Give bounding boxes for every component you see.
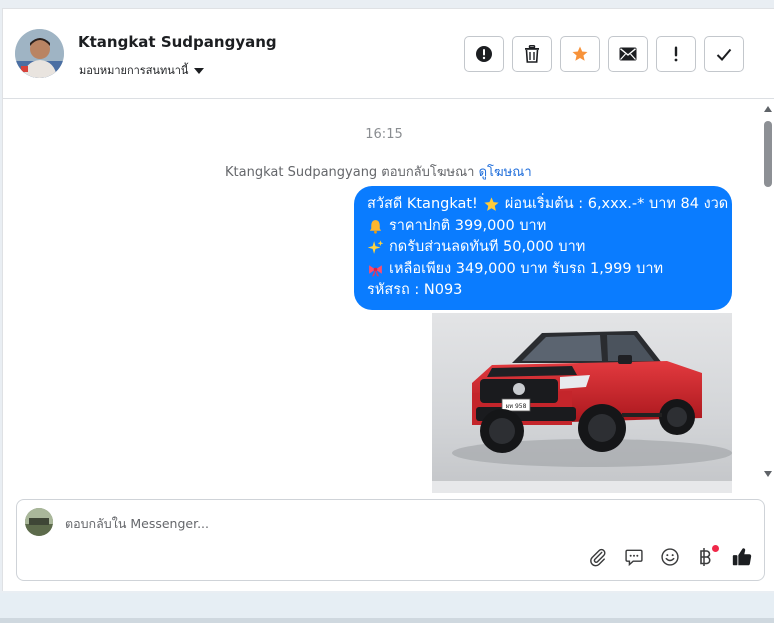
report-button[interactable] <box>464 36 504 72</box>
bell-emoji-icon <box>369 219 382 234</box>
star-button[interactable] <box>560 36 600 72</box>
message-bubble[interactable]: สวัสดี Ktangkat! ผ่อนเริ่มต้น : 6,xxx.-*… <box>354 186 732 310</box>
assign-conversation-dropdown[interactable]: มอบหมายการสนทนานี้ <box>79 61 205 79</box>
paperclip-icon <box>590 548 606 567</box>
message-line-1: สวัสดี Ktangkat! ผ่อนเริ่มต้น : 6,xxx.-*… <box>367 194 728 216</box>
chat-window: Ktangkat Sudpangyang มอบหมายการสนทนานี้ <box>2 8 774 591</box>
star-icon <box>572 46 588 61</box>
ribbon-emoji-icon <box>369 265 382 277</box>
message-line-4: เหลือเพียง 349,000 บาท รับรถ 1,999 บาท <box>367 259 720 281</box>
thread-scrollbar[interactable] <box>762 100 774 493</box>
page-bottom-divider <box>0 618 774 623</box>
message-thread[interactable]: 16:15 Ktangkat Sudpangyang ตอบกลับโฆษณา … <box>3 100 774 493</box>
ad-reply-note: Ktangkat Sudpangyang ตอบกลับโฆษณา ดูโฆษณ… <box>225 161 532 182</box>
message-line-3: กดรับส่วนลดทันที 50,000 บาท <box>367 237 720 259</box>
mail-icon <box>619 47 637 61</box>
check-icon <box>716 48 732 61</box>
alert-circle-icon <box>476 46 492 62</box>
delete-button[interactable] <box>512 36 552 72</box>
smiley-icon <box>661 548 679 566</box>
car-photo-attachment[interactable]: ผท 958 <box>432 313 732 488</box>
send-like-button[interactable] <box>731 546 753 568</box>
message-text: ผ่อนเริ่มต้น : 6,xxx.-* บาท 84 งวด <box>504 196 729 212</box>
sparkles-emoji-icon <box>367 240 384 255</box>
attachment-footer <box>432 481 732 493</box>
ad-reply-text: Ktangkat Sudpangyang ตอบกลับโฆษณา <box>225 165 475 180</box>
notification-dot <box>712 545 719 552</box>
scroll-up-arrow-icon[interactable] <box>764 106 772 112</box>
message-line-2: ราคาปกติ 399,000 บาท <box>367 216 720 238</box>
reply-input[interactable] <box>65 513 625 533</box>
mark-unread-button[interactable] <box>608 36 648 72</box>
message-line-5: รหัสรถ : N093 <box>367 280 720 302</box>
caret-down-icon <box>194 67 205 74</box>
trash-icon <box>525 45 539 63</box>
message-timestamp: 16:15 <box>365 127 403 142</box>
emoji-button[interactable] <box>659 546 681 568</box>
message-composer <box>16 499 765 581</box>
message-greeting: สวัสดี Ktangkat! <box>367 196 478 212</box>
view-ad-link[interactable]: ดูโฆษณา <box>479 165 532 180</box>
mark-done-button[interactable] <box>704 36 744 72</box>
contact-avatar[interactable] <box>15 29 64 78</box>
contact-name[interactable]: Ktangkat Sudpangyang <box>78 33 277 51</box>
scroll-down-arrow-icon[interactable] <box>764 471 772 477</box>
composer-toolbar <box>587 545 753 568</box>
message-text: เหลือเพียง 349,000 บาท รับรถ 1,999 บาท <box>389 260 664 277</box>
mark-spam-button[interactable] <box>656 36 696 72</box>
exclamation-icon <box>674 46 678 62</box>
payment-button[interactable] <box>695 545 719 568</box>
page-avatar <box>25 508 53 536</box>
message-text: ราคาปกติ 399,000 บาท <box>389 217 547 234</box>
star-emoji-icon <box>484 197 499 212</box>
conversation-header: Ktangkat Sudpangyang มอบหมายการสนทนานี้ <box>3 9 774 99</box>
chat-bubble-icon <box>625 549 643 567</box>
license-plate-text: ผท 958 <box>506 403 527 410</box>
message-text: รหัสรถ : N093 <box>367 282 463 298</box>
thumbs-up-icon <box>732 548 752 566</box>
header-toolbar <box>464 36 744 72</box>
message-text: กดรับส่วนลดทันที 50,000 บาท <box>389 239 586 255</box>
assign-label: มอบหมายการสนทนานี้ <box>79 64 189 77</box>
attach-file-button[interactable] <box>587 546 609 568</box>
saved-replies-button[interactable] <box>623 546 645 568</box>
scroll-thumb[interactable] <box>764 121 772 187</box>
